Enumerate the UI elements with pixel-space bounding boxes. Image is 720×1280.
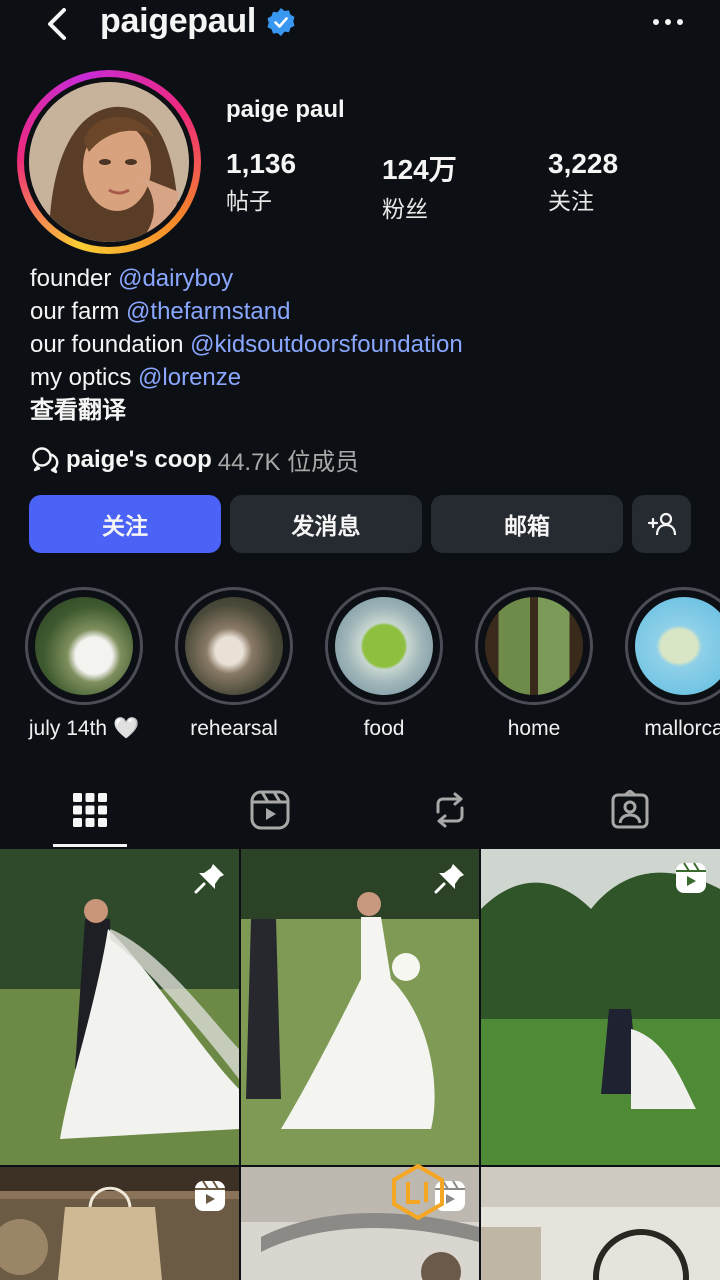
highlight-cover	[35, 597, 133, 695]
pinned-icon	[434, 864, 464, 894]
posts-grid	[0, 849, 720, 1280]
stat-following-value: 3,228	[548, 148, 619, 179]
stat-following[interactable]: 3,228 关注	[548, 148, 618, 216]
avatar	[29, 82, 189, 242]
reposts-icon	[436, 792, 464, 828]
post-thumbnail	[241, 849, 479, 1165]
community-link[interactable]: paige's coop 44.7K 位成员	[30, 442, 359, 477]
stat-posts[interactable]: 1,136 帖子	[226, 148, 296, 216]
add-person-icon	[647, 512, 676, 536]
bio-line: founder @dairyboy	[30, 265, 234, 292]
post-tile[interactable]	[241, 849, 479, 1165]
highlight-food[interactable]: food	[325, 587, 443, 741]
tagged-icon	[611, 790, 649, 829]
post-thumbnail	[481, 849, 720, 1165]
highlight-july14[interactable]: july 14th 🤍	[25, 587, 143, 741]
pinned-icon	[194, 864, 224, 894]
highlight-cover	[335, 597, 433, 695]
mention-link[interactable]: @thefarmstand	[126, 298, 290, 325]
broadcast-channel-icon	[32, 446, 59, 473]
highlight-label: rehearsal	[190, 717, 278, 740]
reel-icon	[195, 1180, 225, 1211]
bio-line: our farm @thefarmstand	[30, 298, 291, 325]
display-name: paige paul	[226, 96, 345, 123]
more-options-icon[interactable]	[650, 10, 686, 34]
highlight-rehearsal[interactable]: rehearsal	[175, 587, 293, 741]
stat-posts-label: 帖子	[226, 188, 272, 214]
bio-line: our foundation @kidsoutdoorsfoundation	[30, 331, 463, 358]
tab-grid[interactable]	[0, 772, 180, 848]
highlight-cover	[185, 597, 283, 695]
mention-link[interactable]: @dairyboy	[118, 265, 233, 292]
highlight-label: july 14th 🤍	[28, 717, 140, 740]
post-tile[interactable]	[481, 849, 720, 1165]
stat-following-label: 关注	[548, 188, 594, 214]
post-tile[interactable]	[0, 1167, 239, 1280]
suggest-people-button[interactable]	[632, 495, 691, 553]
content-tabs	[0, 772, 720, 848]
post-tile[interactable]	[0, 849, 239, 1165]
mention-link[interactable]: @kidsoutdoorsfoundation	[190, 331, 463, 358]
post-thumbnail	[481, 1167, 720, 1280]
profile-username: paigepaul	[100, 2, 296, 41]
post-tile[interactable]	[481, 1167, 720, 1280]
highlight-cover	[485, 597, 583, 695]
community-members: 44.7K 位成员	[217, 449, 360, 476]
active-tab-indicator	[53, 844, 127, 847]
bio: founder @dairyboy our farm @thefarmstand…	[30, 262, 463, 427]
username-text: paigepaul	[100, 2, 256, 40]
highlight-label: mallorca	[644, 717, 720, 740]
avatar-story-ring[interactable]	[17, 70, 201, 254]
tab-reels[interactable]	[180, 772, 360, 848]
post-thumbnail	[0, 849, 239, 1165]
tab-reposts[interactable]	[360, 772, 540, 848]
email-button[interactable]: 邮箱	[431, 495, 623, 553]
message-button[interactable]: 发消息	[230, 495, 422, 553]
follow-button[interactable]: 关注	[29, 495, 221, 553]
top-bar: paigepaul	[0, 0, 720, 52]
post-tile[interactable]	[241, 1167, 479, 1280]
highlight-home[interactable]: home	[475, 587, 593, 741]
highlight-label: food	[363, 717, 405, 740]
see-translation-link[interactable]: 查看翻译	[30, 394, 463, 427]
community-name: paige's coop	[66, 445, 212, 473]
highlight-label: home	[507, 717, 561, 740]
reels-icon	[250, 790, 290, 830]
verified-badge-icon	[267, 7, 295, 36]
back-arrow-icon[interactable]	[40, 4, 76, 44]
stat-followers[interactable]: 124万 粉丝	[382, 148, 457, 224]
reel-icon	[676, 862, 706, 893]
mention-link[interactable]: @lorenze	[138, 364, 241, 391]
stat-posts-value: 1,136	[226, 148, 297, 179]
highlight-cover	[635, 597, 720, 695]
stat-followers-label: 粉丝	[382, 196, 428, 222]
reel-icon	[435, 1180, 465, 1211]
tab-tagged[interactable]	[540, 772, 720, 848]
stat-followers-value: 124万	[382, 154, 457, 185]
grid-icon	[73, 793, 107, 827]
highlight-mallorca[interactable]: mallorca	[625, 587, 720, 741]
avatar-photo	[29, 82, 189, 242]
bio-line: my optics @lorenze	[30, 364, 242, 391]
